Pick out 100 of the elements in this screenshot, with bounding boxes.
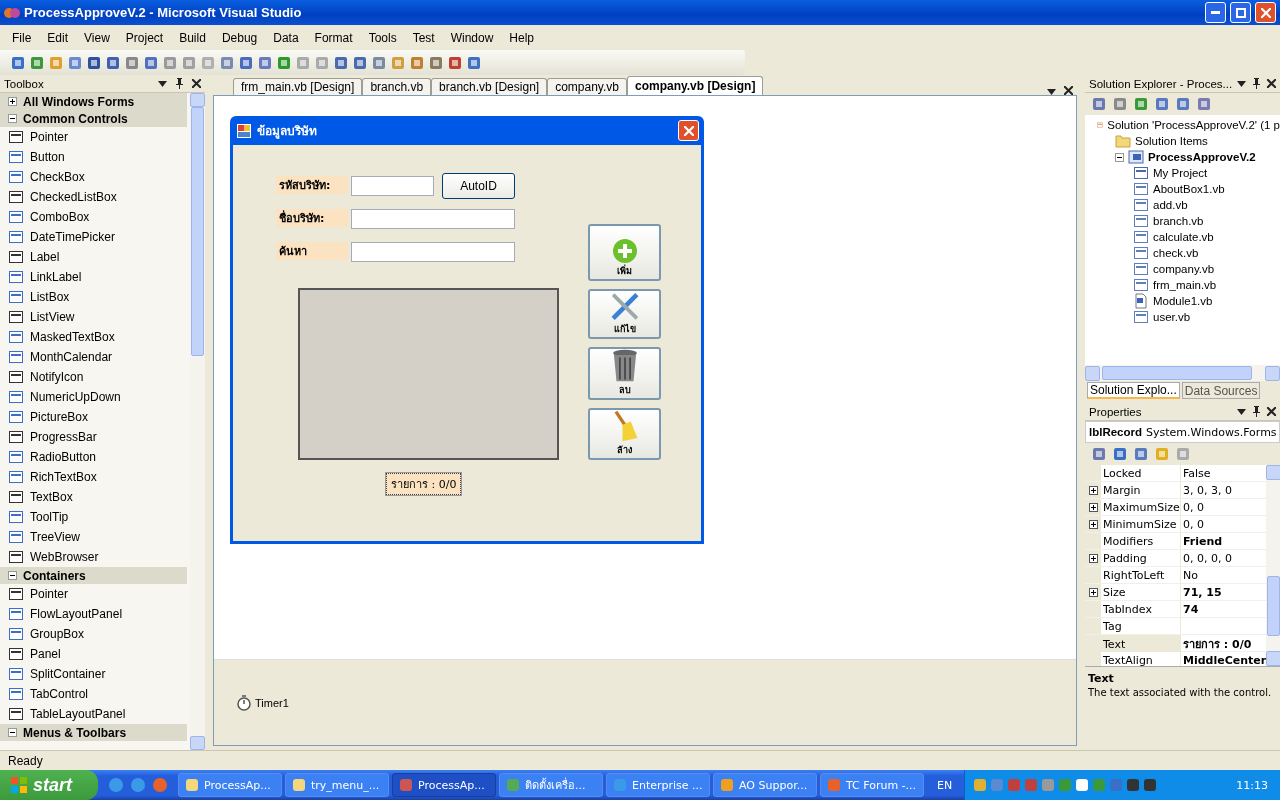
toolbar-icon[interactable]: [1175, 96, 1191, 112]
property-value[interactable]: Friend: [1181, 533, 1267, 549]
action-button[interactable]: เพิ่ม: [588, 224, 661, 281]
toolbar-icon[interactable]: [10, 54, 26, 71]
tree-item[interactable]: frm_main.vb: [1085, 277, 1280, 293]
menu-item[interactable]: View: [76, 30, 118, 45]
property-value[interactable]: 71, 15: [1181, 584, 1267, 600]
property-name[interactable]: Tag: [1101, 618, 1181, 634]
toolbar-icon[interactable]: [143, 54, 159, 71]
toolbox-item[interactable]: CheckBox: [0, 167, 190, 187]
menu-item[interactable]: Project: [117, 30, 172, 45]
tree-item[interactable]: user.vb: [1085, 309, 1280, 325]
input-field[interactable]: [351, 242, 515, 262]
toolbar-icon[interactable]: [333, 54, 349, 71]
collapse-icon[interactable]: [1115, 152, 1124, 162]
expand-icon[interactable]: [1085, 584, 1101, 600]
pin-icon[interactable]: [175, 78, 184, 89]
toolbar-icon[interactable]: [238, 54, 254, 71]
toolbar-icon[interactable]: [1154, 96, 1170, 112]
tray-icon[interactable]: [1126, 778, 1141, 792]
pin-icon[interactable]: [1252, 406, 1261, 417]
scrollbar[interactable]: [190, 93, 205, 750]
toolbox-item[interactable]: FlowLayoutPanel: [0, 604, 190, 624]
toolbox-item[interactable]: ComboBox: [0, 207, 190, 227]
toolbox-item[interactable]: WebBrowser: [0, 547, 190, 567]
toolbox-item[interactable]: NumericUpDown: [0, 387, 190, 407]
taskbar-button[interactable]: try_menu_...: [285, 773, 389, 797]
scrollbar[interactable]: [1266, 465, 1280, 666]
toolbar-icon[interactable]: [86, 54, 102, 71]
toolbar-icon[interactable]: [1091, 446, 1107, 462]
collapse-icon[interactable]: [8, 728, 17, 737]
tree-item[interactable]: ProcessApproveV.2: [1085, 149, 1280, 165]
toolbar-icon[interactable]: [1091, 96, 1107, 112]
toolbar-icon[interactable]: [29, 54, 45, 71]
tree-item[interactable]: branch.vb: [1085, 213, 1280, 229]
toolbox-item[interactable]: SplitContainer: [0, 664, 190, 684]
property-value[interactable]: No: [1181, 567, 1267, 583]
input-field[interactable]: [351, 209, 515, 229]
toolbar-icon[interactable]: [428, 54, 444, 71]
toolbar-icon[interactable]: [67, 54, 83, 71]
property-value[interactable]: MiddleCenter: [1181, 652, 1267, 668]
dropdown-caret-icon[interactable]: [1237, 80, 1246, 87]
toolbar-icon[interactable]: [105, 54, 121, 71]
toolbar-icon[interactable]: [1112, 446, 1128, 462]
taskbar-button[interactable]: ProcessAp...: [392, 773, 496, 797]
property-name[interactable]: Locked: [1101, 465, 1181, 481]
expand-icon[interactable]: [1085, 482, 1101, 498]
toolbox-item[interactable]: Pointer: [0, 127, 190, 147]
property-value[interactable]: 0, 0, 0, 0: [1181, 550, 1267, 566]
property-name[interactable]: MaximumSize: [1101, 499, 1181, 515]
tree-item[interactable]: add.vb: [1085, 197, 1280, 213]
toolbar-icon[interactable]: [371, 54, 387, 71]
dropdown-caret-icon[interactable]: [158, 80, 167, 87]
close-icon[interactable]: [1267, 79, 1276, 88]
taskbar-button[interactable]: Enterprise ...: [606, 773, 710, 797]
quick-launch-icon[interactable]: [130, 777, 146, 793]
tree-item[interactable]: My Project: [1085, 165, 1280, 181]
property-value[interactable]: 74: [1181, 601, 1267, 617]
taskbar-button[interactable]: ติดตั้งเครื่อ...: [499, 773, 603, 797]
toolbox-item[interactable]: MonthCalendar: [0, 347, 190, 367]
action-button[interactable]: ลบ: [588, 347, 661, 400]
tree-item[interactable]: calculate.vb: [1085, 229, 1280, 245]
toolbox-item[interactable]: TabControl: [0, 684, 190, 704]
input-field[interactable]: [351, 176, 434, 196]
document-tab[interactable]: branch.vb: [362, 78, 432, 95]
close-button[interactable]: [1255, 2, 1276, 23]
toolbar-icon[interactable]: [276, 54, 292, 71]
collapse-icon[interactable]: [8, 571, 17, 580]
action-button[interactable]: แก้ไข: [588, 289, 661, 339]
tree-item[interactable]: check.vb: [1085, 245, 1280, 261]
toolbox-item[interactable]: LinkLabel: [0, 267, 190, 287]
close-button[interactable]: [678, 120, 699, 141]
menu-item[interactable]: Window: [442, 30, 502, 45]
form-window[interactable]: ข้อมูลบริษัท รหัสบริษัท: AutoID ชื่อบริษัท: ค้นหา รายการ : 0/0 เพิ่ม แก้ไข ลบ ล้าง: [230, 116, 704, 544]
toolbar-icon[interactable]: [466, 54, 482, 71]
language-indicator[interactable]: EN: [927, 778, 965, 792]
toolbox-item[interactable]: ProgressBar: [0, 427, 190, 447]
property-name[interactable]: MinimumSize: [1101, 516, 1181, 532]
toolbox-item[interactable]: PictureBox: [0, 407, 190, 427]
property-name[interactable]: Size: [1101, 584, 1181, 600]
horizontal-scrollbar[interactable]: [1085, 365, 1280, 381]
toolbox-item[interactable]: TreeView: [0, 527, 190, 547]
close-icon[interactable]: [1267, 407, 1276, 416]
menu-item[interactable]: Tools: [360, 30, 405, 45]
tree-item[interactable]: company.vb: [1085, 261, 1280, 277]
menu-item[interactable]: Help: [501, 30, 543, 45]
menu-item[interactable]: Data: [265, 30, 307, 45]
dropdown-caret-icon[interactable]: [1237, 408, 1246, 415]
property-value[interactable]: False: [1181, 465, 1267, 481]
toolbox-item[interactable]: MaskedTextBox: [0, 327, 190, 347]
toolbox-item[interactable]: Label: [0, 247, 190, 267]
object-selector[interactable]: lblRecord System.Windows.Forms: [1085, 421, 1280, 443]
tray-icon[interactable]: [1143, 778, 1158, 792]
expand-icon[interactable]: [8, 97, 17, 106]
toolbox-group-header[interactable]: Containers: [0, 567, 187, 584]
toolbox-item[interactable]: ListView: [0, 307, 190, 327]
toolbox-item[interactable]: GroupBox: [0, 624, 190, 644]
property-value[interactable]: 0, 0: [1181, 516, 1267, 532]
toolbar-icon[interactable]: [1133, 96, 1149, 112]
menu-item[interactable]: Edit: [39, 30, 77, 45]
